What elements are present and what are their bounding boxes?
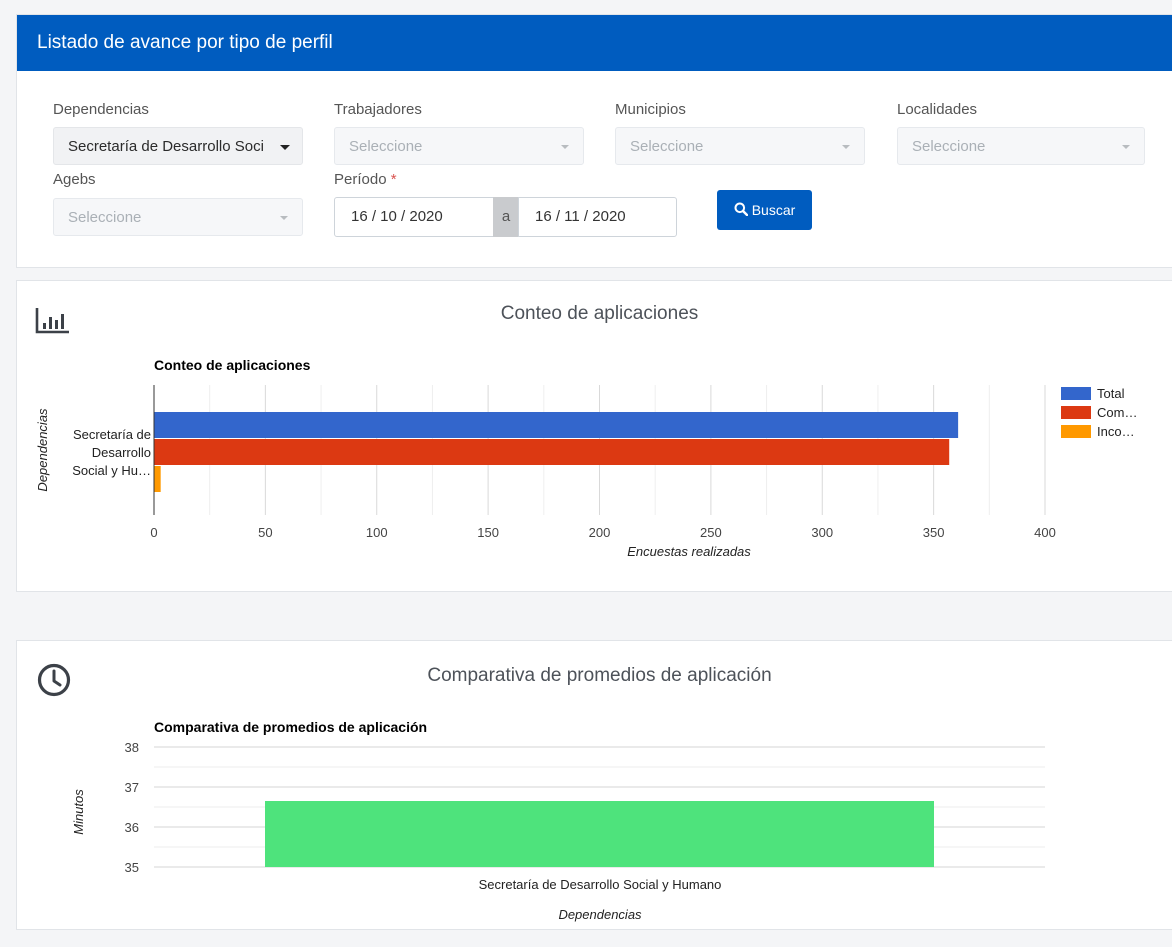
legend-swatch <box>1061 425 1091 438</box>
dependencias-select-value: Secretaría de Desarrollo Soci <box>68 138 264 155</box>
agebs-label: Agebs <box>53 171 96 188</box>
required-mark: * <box>390 171 397 188</box>
legend-swatch <box>1061 387 1091 400</box>
localidades-select-placeholder: Seleccione <box>912 138 986 155</box>
periodo-separator: a <box>493 197 519 237</box>
caret-down-icon <box>561 145 569 149</box>
page-title: Listado de avance por tipo de perfil <box>17 15 1172 71</box>
municipios-select[interactable]: Seleccione <box>615 127 865 165</box>
comparativa-promedios-chart: Comparativa de promedios de aplicación 3… <box>71 719 1045 922</box>
x-tick-label: 100 <box>366 525 388 540</box>
search-button[interactable]: Buscar <box>717 190 812 230</box>
dependencias-label: Dependencias <box>53 101 149 118</box>
bar-inco[interactable] <box>154 466 161 492</box>
category-label: Social y Hu… <box>72 463 151 478</box>
y-tick-label: 38 <box>125 740 139 755</box>
bar-com[interactable] <box>154 439 950 465</box>
x-tick-label: 50 <box>258 525 272 540</box>
x-tick-label: 250 <box>700 525 722 540</box>
legend-label: Total <box>1097 386 1125 401</box>
agebs-select[interactable]: Seleccione <box>53 198 303 236</box>
y-tick-label: 37 <box>125 780 139 795</box>
legend-label: Inco… <box>1097 424 1135 439</box>
periodo-label: Período * <box>334 171 397 188</box>
trabajadores-select-placeholder: Seleccione <box>349 138 423 155</box>
localidades-label: Localidades <box>897 101 978 118</box>
caret-down-icon <box>842 145 850 149</box>
x-axis-label: Dependencias <box>558 907 642 922</box>
x-axis-label: Encuestas realizadas <box>627 544 751 559</box>
search-button-label: Buscar <box>751 202 796 218</box>
periodo-end-input[interactable]: 16 / 11 / 2020 <box>518 197 677 237</box>
y-tick-label: 36 <box>125 820 139 835</box>
legend-swatch <box>1061 406 1091 419</box>
chart-title: Comparativa de promedios de aplicación <box>154 719 427 735</box>
filters-card: Listado de avance por tipo de perfil Dep… <box>16 14 1172 268</box>
x-tick-label: 300 <box>811 525 833 540</box>
conteo-aplicaciones-chart: Conteo de aplicaciones 0 50 100 150 200 250 30… <box>35 357 1137 559</box>
section-title: Conteo de aplicaciones <box>500 303 699 324</box>
x-tick-label: 0 <box>150 525 157 540</box>
periodo-start-input[interactable]: 16 / 10 / 2020 <box>334 197 494 237</box>
search-icon <box>734 191 748 231</box>
legend-label: Com… <box>1097 405 1137 420</box>
municipios-select-placeholder: Seleccione <box>630 138 704 155</box>
y-axis-label: Dependencias <box>35 408 50 492</box>
trabajadores-select[interactable]: Seleccione <box>334 127 584 165</box>
municipios-label: Municipios <box>615 101 686 118</box>
section-title: Comparativa de promedios de aplicación <box>427 665 772 686</box>
caret-down-icon <box>1122 145 1130 149</box>
caret-down-icon <box>280 216 288 220</box>
x-tick-label: 150 <box>477 525 499 540</box>
agebs-select-placeholder: Seleccione <box>68 209 142 226</box>
x-tick-label: 400 <box>1034 525 1056 540</box>
chart-title: Conteo de aplicaciones <box>154 357 311 373</box>
comparativa-promedios-card: Comparativa de promedios de aplicación C… <box>16 640 1172 930</box>
y-axis-label: Minutos <box>71 789 86 835</box>
y-tick-label: 35 <box>125 860 139 875</box>
x-tick-label: 200 <box>589 525 611 540</box>
category-label: Secretaría de <box>73 427 151 442</box>
bar[interactable] <box>265 801 934 867</box>
bar-total[interactable] <box>154 412 959 438</box>
category-label: Secretaría de Desarrollo Social y Humano <box>479 877 722 892</box>
trabajadores-label: Trabajadores <box>334 101 422 118</box>
localidades-select[interactable]: Seleccione <box>897 127 1145 165</box>
caret-down-icon <box>280 145 290 150</box>
x-tick-label: 350 <box>923 525 945 540</box>
dependencias-select[interactable]: Secretaría de Desarrollo Soci <box>53 127 303 165</box>
category-label: Desarrollo <box>92 445 151 460</box>
conteo-aplicaciones-card: Conteo de aplicaciones Conteo de aplicac… <box>16 280 1172 592</box>
